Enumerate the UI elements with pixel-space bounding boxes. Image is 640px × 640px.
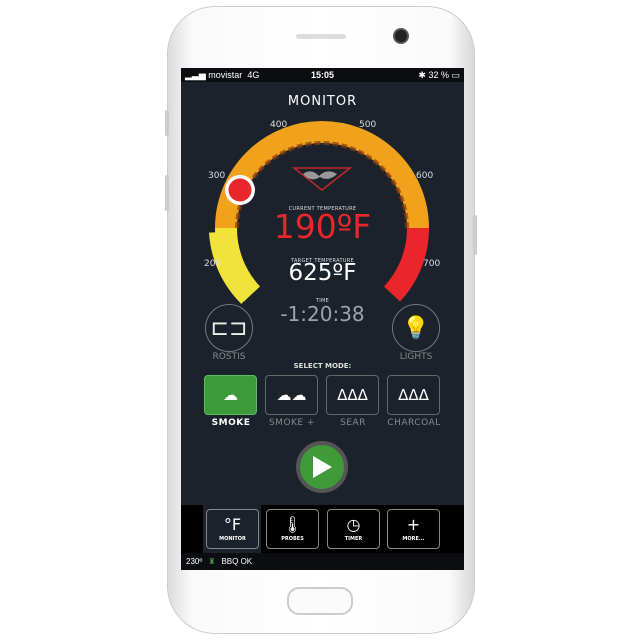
- tick-label: 300: [208, 171, 226, 181]
- rostis-label: ROSTIS: [212, 352, 246, 362]
- gauge-knob-fill: [228, 178, 252, 202]
- brand-logo: [291, 167, 353, 191]
- mode-sear-button[interactable]: ΔΔΔ: [326, 375, 379, 415]
- cloud-flame-icon: ☁: [223, 386, 238, 404]
- lightbulb-icon: 💡: [402, 315, 430, 341]
- play-icon: [313, 456, 332, 478]
- mode-smoke-plus-button[interactable]: ☁☁: [265, 375, 318, 415]
- nav-monitor[interactable]: °F MONITOR: [206, 509, 259, 549]
- tick-label: 500: [359, 120, 377, 130]
- footer-status: 230º ♜ BBQ OK: [181, 553, 464, 570]
- grill-icon: ♜: [208, 557, 216, 566]
- clouds-flames-icon: ☁☁: [276, 386, 307, 404]
- mode-smoke-button[interactable]: ☁: [204, 375, 257, 415]
- home-button[interactable]: [287, 587, 353, 615]
- power-button: [473, 215, 477, 255]
- clock-icon: ◷: [346, 514, 361, 534]
- select-mode-label: SELECT MODE:: [293, 362, 352, 370]
- volume-button: [165, 110, 169, 136]
- mode-label: SEAR: [340, 418, 366, 428]
- bottom-nav: °F MONITOR 🌡 PROBES ◷ TIMER + MORE...: [181, 505, 464, 553]
- mode-label: CHARCOAL: [387, 418, 441, 428]
- mode-label: SMOKE +: [268, 418, 316, 428]
- flames-icon: ΔΔΔ: [337, 386, 368, 404]
- rotisserie-icon: ⊏⊐: [210, 315, 248, 341]
- nav-label: TIMER: [344, 535, 363, 542]
- nav-label: MONITOR: [219, 535, 246, 542]
- start-button[interactable]: [296, 441, 348, 493]
- app-screen: ▂▃▅ movistar 4G 15:05 ✱ 32 % ▭ MONITOR 2…: [181, 68, 464, 570]
- nav-more[interactable]: + MORE...: [387, 509, 440, 549]
- volume-button: [165, 175, 169, 211]
- target-temp-value[interactable]: 625ºF: [181, 262, 464, 285]
- nav-label: MORE...: [402, 535, 425, 542]
- thermometer-gauge-icon: °F: [223, 514, 242, 534]
- nav-probes[interactable]: 🌡 PROBES: [266, 509, 319, 549]
- lights-button[interactable]: 💡: [392, 304, 440, 352]
- tick-label: 400: [270, 120, 288, 130]
- speaker: [296, 34, 346, 39]
- plus-icon: +: [406, 514, 421, 534]
- thermometer-icon: 🌡: [282, 514, 303, 534]
- current-temp-value: 190ºF: [273, 207, 372, 246]
- footer-status-text: BBQ OK: [221, 557, 253, 566]
- charcoal-icon: ΔΔΔ: [398, 386, 429, 404]
- mode-label: SMOKE: [211, 418, 251, 428]
- nav-timer[interactable]: ◷ TIMER: [327, 509, 380, 549]
- tick-label: 600: [416, 171, 434, 181]
- lights-label: LIGHTS: [399, 352, 433, 362]
- camera: [393, 28, 409, 44]
- rostis-button[interactable]: ⊏⊐: [205, 304, 253, 352]
- nav-label: PROBES: [281, 535, 304, 542]
- mode-charcoal-button[interactable]: ΔΔΔ: [387, 375, 440, 415]
- temperature-gauge[interactable]: [181, 68, 464, 328]
- footer-temp: 230º: [186, 557, 203, 566]
